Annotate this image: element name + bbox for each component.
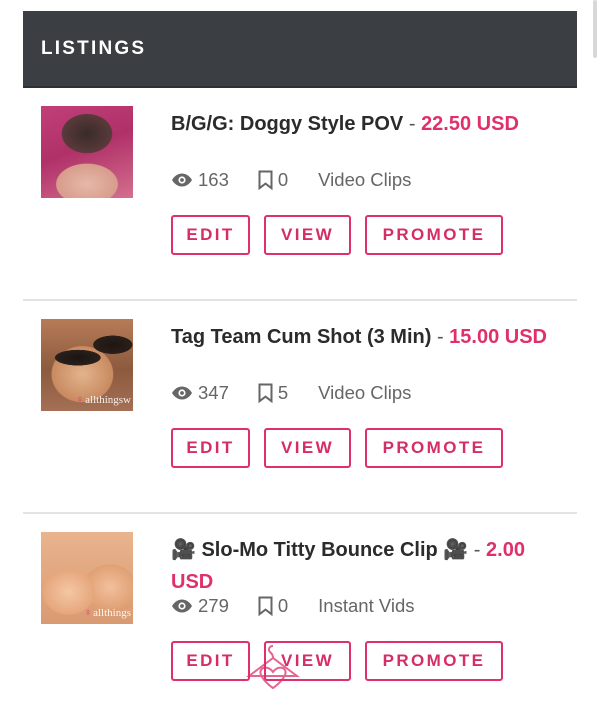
- saves-count: 5: [277, 382, 289, 403]
- listing-stats: 279 0 Instant Vids: [171, 593, 415, 619]
- listing-stats: 347 5 Video Clips: [171, 380, 411, 406]
- listing-title-line[interactable]: B/G/G: Doggy Style POV - 22.50 USD: [171, 108, 561, 140]
- saves-count: 0: [277, 169, 289, 190]
- thumbnail-watermark: allthingsw: [85, 394, 131, 406]
- edit-button[interactable]: EDIT: [171, 641, 250, 681]
- hanger-logo-icon: ♀: [83, 607, 93, 619]
- eye-icon: [171, 599, 193, 613]
- saves-count: 0: [277, 595, 289, 616]
- listing-category[interactable]: Instant Vids: [318, 595, 414, 617]
- promote-button[interactable]: PROMOTE: [365, 215, 503, 255]
- listing-thumbnail[interactable]: ♀allthingsw: [41, 319, 133, 411]
- listing-category[interactable]: Video Clips: [318, 169, 411, 191]
- listing-thumbnail[interactable]: ♀allthings: [41, 532, 133, 624]
- view-button[interactable]: VIEW: [264, 215, 351, 255]
- listing-title: Tag Team Cum Shot (3 Min): [171, 326, 432, 348]
- listing-category[interactable]: Video Clips: [318, 382, 411, 404]
- promote-button[interactable]: PROMOTE: [365, 641, 503, 681]
- listing-price: 22.50 USD: [421, 113, 519, 135]
- listings-header: LISTINGS: [23, 11, 577, 88]
- listing-title: B/G/G: Doggy Style POV: [171, 113, 404, 135]
- listing-item: ♀allthingsw Tag Team Cum Shot (3 Min) - …: [23, 301, 577, 514]
- views-count: 347: [198, 382, 229, 403]
- listing-title: 🎥 Slo-Mo Titty Bounce Clip 🎥: [171, 539, 469, 561]
- view-button[interactable]: VIEW: [264, 641, 351, 681]
- eye-icon: [171, 386, 193, 400]
- eye-icon: [171, 173, 193, 187]
- views-count: 163: [198, 169, 229, 190]
- bookmark-icon: [258, 383, 273, 403]
- listing-actions: EDIT VIEW PROMOTE: [171, 428, 503, 468]
- listing-title-line[interactable]: 🎥 Slo-Mo Titty Bounce Clip 🎥 - 2.00 USD: [171, 534, 561, 598]
- listing-stats: 163 0 Video Clips: [171, 167, 411, 193]
- page-title: LISTINGS: [41, 37, 147, 59]
- listing-actions: EDIT VIEW PROMOTE: [171, 215, 503, 255]
- listing-item: B/G/G: Doggy Style POV - 22.50 USD 163 0…: [23, 88, 577, 301]
- scrollbar[interactable]: [593, 0, 597, 58]
- promote-button[interactable]: PROMOTE: [365, 428, 503, 468]
- edit-button[interactable]: EDIT: [171, 428, 250, 468]
- view-button[interactable]: VIEW: [264, 428, 351, 468]
- views-count: 279: [198, 595, 229, 616]
- hanger-logo-icon: ♀: [75, 394, 85, 406]
- listing-title-line[interactable]: Tag Team Cum Shot (3 Min) - 15.00 USD: [171, 321, 561, 353]
- edit-button[interactable]: EDIT: [171, 215, 250, 255]
- bookmark-icon: [258, 170, 273, 190]
- listing-thumbnail[interactable]: [41, 106, 133, 198]
- bookmark-icon: [258, 596, 273, 616]
- listing-actions: EDIT VIEW PROMOTE: [171, 641, 503, 681]
- thumbnail-watermark: allthings: [93, 607, 131, 619]
- listing-item: ♀allthings 🎥 Slo-Mo Titty Bounce Clip 🎥 …: [23, 514, 577, 727]
- listing-price: 15.00 USD: [449, 326, 548, 348]
